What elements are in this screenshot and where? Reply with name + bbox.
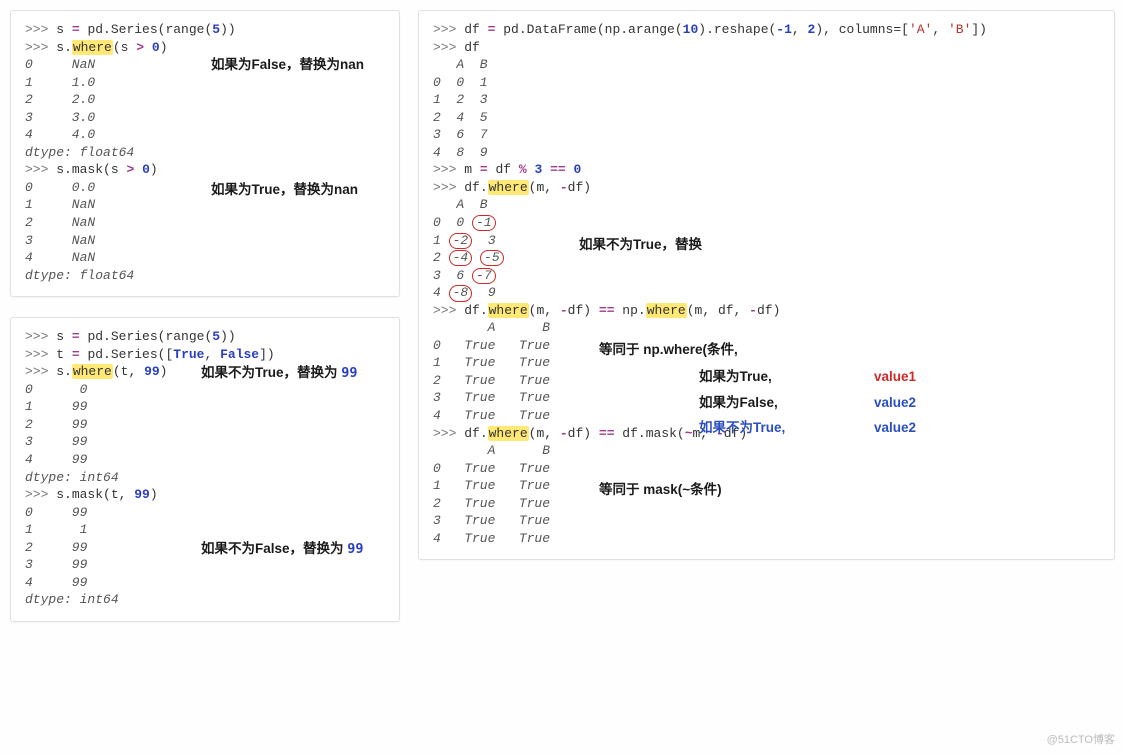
- circled-value: -4: [449, 250, 473, 266]
- annotation-value1: value1: [874, 368, 916, 386]
- annotation-not-true-replace: 如果不为True，替换: [579, 236, 702, 254]
- code-panel-1: >>> s = pd.Series(range(5)) >>> s.where(…: [10, 10, 400, 297]
- annotation-np-where: 等同于 np.where(条件,: [599, 341, 738, 359]
- annotation-if-false: 如果为False,: [699, 394, 778, 412]
- annotation-value2b: value2: [874, 419, 916, 437]
- annotation-if-not-true: 如果不为True,: [699, 419, 785, 437]
- watermark: @51CTO博客: [1047, 733, 1115, 748]
- annotation-false-nan: 如果为False，替换为nan: [211, 56, 364, 74]
- annotation-if-true: 如果为True,: [699, 368, 772, 386]
- circled-value: -8: [449, 285, 473, 301]
- annotation-not-false-99: 如果不为False，替换为 99: [201, 540, 364, 558]
- annotation-not-true-99: 如果不为True，替换为 99: [201, 364, 358, 382]
- annotation-value2a: value2: [874, 394, 916, 412]
- circled-value: -7: [472, 268, 496, 284]
- annotation-true-nan: 如果为True，替换为nan: [211, 181, 358, 199]
- code-block: >>> df = pd.DataFrame(np.arange(10).resh…: [433, 21, 1100, 547]
- circled-value: -1: [472, 215, 496, 231]
- circled-value: -5: [480, 250, 504, 266]
- annotation-mask-neg: 等同于 mask(~条件): [599, 481, 722, 499]
- code-panel-2: >>> s = pd.Series(range(5)) >>> t = pd.S…: [10, 317, 400, 622]
- circled-value: -2: [449, 233, 473, 249]
- code-panel-3: >>> df = pd.DataFrame(np.arange(10).resh…: [418, 10, 1115, 560]
